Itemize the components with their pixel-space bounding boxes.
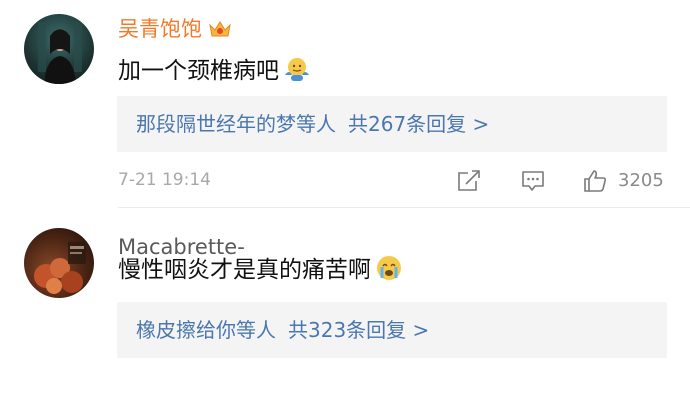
divider	[118, 207, 690, 208]
reply-summary-link[interactable]: 那段隔世经年的梦等人 共267条回复 >	[117, 96, 667, 152]
username[interactable]: 吴青饱饱	[118, 16, 232, 42]
reply-count: 共267条回复 >	[348, 112, 490, 136]
timestamp: 7-21 19:14	[118, 170, 211, 190]
comment-item: Macabrette- 慢性咽炎才是真的痛苦啊 橡皮擦给你等人 共323条回复 >	[0, 210, 690, 413]
comment-body: 慢性咽炎才是真的痛苦啊	[118, 257, 371, 283]
comment-meta: 7-21 19:14 3205	[0, 168, 690, 196]
reply-summary-link[interactable]: 橡皮擦给你等人 共323条回复 >	[117, 302, 667, 358]
shrug-emoji-icon	[283, 55, 311, 83]
comment-text: 加一个颈椎病吧	[118, 55, 311, 86]
like-icon[interactable]	[582, 168, 608, 194]
repost-icon[interactable]	[456, 168, 482, 194]
like-count: 3205	[618, 170, 664, 191]
comment-body: 加一个颈椎病吧	[118, 58, 279, 84]
avatar[interactable]	[24, 14, 94, 84]
comment-icon[interactable]	[520, 168, 546, 194]
reply-users: 那段隔世经年的梦等人	[136, 112, 336, 136]
avatar[interactable]	[24, 228, 94, 298]
reply-count: 共323条回复 >	[288, 318, 430, 342]
comment-text: 慢性咽炎才是真的痛苦啊	[118, 254, 403, 285]
reply-users: 橡皮擦给你等人	[136, 318, 276, 342]
username-text[interactable]: 吴青饱饱	[118, 17, 202, 41]
crying-emoji-icon	[375, 254, 403, 282]
comment-item: 吴青饱饱 加一个颈椎病吧 那段隔世经年的梦等人 共267条回复 > 7-21 19…	[0, 0, 690, 210]
crown-vip-icon	[208, 19, 232, 39]
